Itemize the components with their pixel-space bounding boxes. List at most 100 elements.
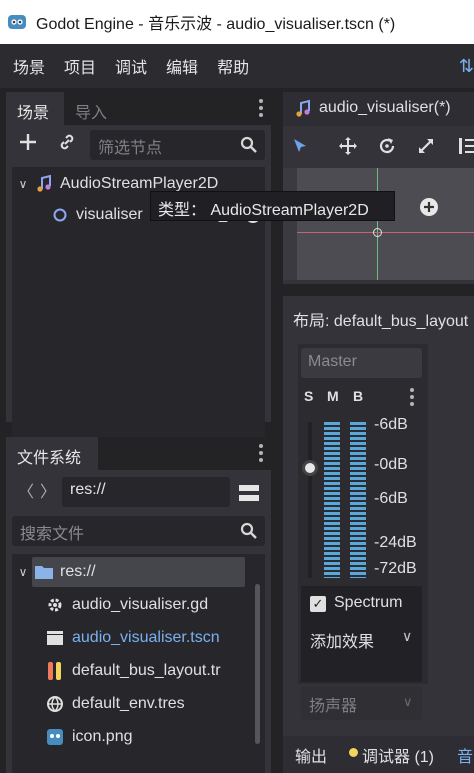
tab-scene[interactable]: 场景 [6, 92, 64, 125]
scene-dock-body: 筛选节点 ∨ AudioStreamPlayer2D visualiser [6, 125, 271, 452]
image-icon [47, 729, 63, 745]
menu-editor[interactable]: 编辑 [166, 54, 198, 78]
solo-button[interactable]: S [304, 388, 313, 404]
bottom-panel-bar: 输出 调试器 (1) 音 [283, 736, 474, 773]
path-input[interactable]: res:// [62, 477, 230, 507]
rotate-icon[interactable] [377, 136, 397, 156]
file-label: default_bus_layout.tr [72, 662, 221, 679]
tab-filesystem[interactable]: 文件系统 [6, 437, 98, 470]
bus-output-label: 扬声器 [309, 698, 358, 715]
y-axis-line [377, 168, 378, 280]
level-meter-left [324, 422, 340, 578]
node-type-tooltip: 类型： AudioStreamPlayer2D [150, 191, 395, 221]
menu-help[interactable]: 帮助 [217, 54, 249, 78]
filter-nodes-input[interactable]: 筛选节点 [90, 130, 265, 160]
globe-icon [47, 696, 63, 712]
search-files-input[interactable]: 搜索文件 [12, 516, 265, 546]
list-select-icon[interactable] [458, 136, 474, 156]
master-bus-strip: Master S M B -6dB -0dB -6dB -24dB -72dB … [298, 344, 428, 718]
audio-stream-player-icon [37, 174, 51, 192]
dock-menu-icon[interactable] [259, 444, 263, 462]
add-circle-icon[interactable] [419, 197, 439, 217]
mute-button[interactable]: M [327, 388, 339, 404]
split-view-icon[interactable] [238, 483, 260, 503]
filter-nodes-placeholder: 筛选节点 [98, 140, 163, 157]
filesystem-body: 〈 〉 res:// 搜索文件 ∨ res:// audio_visualise… [6, 470, 271, 773]
debugger-warning-dot-icon [349, 748, 358, 757]
bus-name-field[interactable]: Master [301, 348, 422, 378]
menu-project[interactable]: 项目 [64, 54, 96, 78]
dock-menu-icon[interactable] [259, 99, 263, 117]
file-label: audio_visualiser.gd [72, 596, 209, 613]
volume-slider-handle[interactable] [302, 460, 318, 476]
file-label: default_env.tres [72, 695, 185, 712]
menu-bar: 场景 项目 调试 编辑 帮助 ⇅ [0, 44, 474, 88]
bus-output-select[interactable]: 扬声器 ∨ [301, 686, 422, 720]
collapse-arrow-icon[interactable]: ∨ [16, 177, 30, 191]
effect-name[interactable]: Spectrum [334, 594, 402, 612]
bus-layout-label: 布局: default_bus_layout [293, 313, 469, 330]
file-label: audio_visualiser.tscn [72, 629, 220, 646]
node-label: visualiser [76, 206, 143, 223]
tab-output[interactable]: 输出 [295, 743, 327, 767]
chevron-down-icon: ∨ [402, 628, 413, 644]
tab-audio[interactable]: 音 [457, 743, 473, 767]
file-label: res:// [60, 563, 96, 580]
node-pivot-icon[interactable] [373, 228, 382, 237]
node-circle-icon [53, 208, 67, 222]
file-row-res[interactable]: ∨ res:// [16, 557, 251, 587]
back-arrow-icon[interactable]: 〈 [18, 478, 34, 502]
search-icon [240, 136, 257, 153]
effects-list: ✓ Spectrum 添加效果 ∨ [301, 586, 422, 682]
window-title: Godot Engine - 音乐示波 - audio_visualiser.t… [36, 16, 396, 33]
scene-dock-tabbar: 场景 导入 [6, 92, 271, 125]
vertical-ruler [283, 168, 297, 280]
db-label: -0dB [374, 456, 408, 473]
menu-scene[interactable]: 场景 [13, 54, 45, 78]
file-tree-scrollbar[interactable] [255, 584, 260, 744]
effect-enabled-checkbox[interactable]: ✓ [310, 596, 326, 612]
scene-dock: 场景 导入 筛选节点 ∨ AudioStreamPlayer2D visuali… [6, 92, 271, 452]
file-row[interactable]: default_env.tres [46, 689, 185, 719]
db-label: -6dB [374, 490, 408, 507]
audio-stream-player-icon [296, 99, 310, 117]
scale-icon[interactable] [416, 136, 436, 156]
chevron-down-icon: ∨ [403, 694, 413, 709]
editor-tab-label: audio_visualiser(*) [319, 99, 451, 116]
add-effect-dropdown[interactable]: 添加效果 [310, 628, 374, 652]
file-row[interactable]: default_bus_layout.tr [46, 656, 221, 686]
db-label: -24dB [374, 534, 417, 551]
update-spinner-icon[interactable]: ⇅ [459, 56, 474, 77]
file-row[interactable]: audio_visualiser.gd [46, 590, 208, 620]
menu-debug[interactable]: 调试 [115, 54, 147, 78]
db-label: -6dB [374, 416, 408, 433]
move-icon[interactable] [338, 136, 358, 156]
viewport-toolbar [283, 126, 474, 166]
gear-icon [48, 598, 62, 612]
select-arrow-icon[interactable] [291, 137, 309, 155]
bypass-button[interactable]: B [353, 388, 363, 404]
file-row[interactable]: audio_visualiser.tscn [46, 623, 220, 653]
x-axis-line [297, 232, 474, 233]
file-tree: ∨ res:// audio_visualiser.gd audio_visua… [12, 554, 265, 773]
tab-import[interactable]: 导入 [64, 92, 126, 125]
level-meter-right [350, 422, 366, 578]
godot-logo-icon [8, 15, 26, 29]
collapse-arrow-icon[interactable]: ∨ [16, 565, 30, 579]
db-label: -72dB [374, 560, 417, 577]
editor-tab[interactable]: audio_visualiser(*) [283, 92, 474, 126]
scene-icon [47, 631, 63, 645]
bus-layout-icon [48, 662, 61, 680]
add-node-icon[interactable] [18, 132, 38, 152]
instance-link-icon[interactable] [57, 132, 77, 152]
filesystem-dock: 文件系统 〈 〉 res:// 搜索文件 ∨ res:// audio_visu… [6, 437, 271, 773]
volume-slider-track[interactable] [308, 422, 312, 578]
bus-options-icon[interactable] [410, 388, 414, 406]
folder-icon [35, 566, 53, 579]
file-row[interactable]: icon.png [46, 722, 133, 752]
forward-arrow-icon[interactable]: 〉 [40, 478, 56, 502]
filesystem-tabbar: 文件系统 [6, 437, 271, 470]
search-files-placeholder: 搜索文件 [20, 526, 85, 543]
tab-debugger[interactable]: 调试器 (1) [362, 743, 434, 767]
viewport-canvas[interactable] [297, 168, 474, 280]
